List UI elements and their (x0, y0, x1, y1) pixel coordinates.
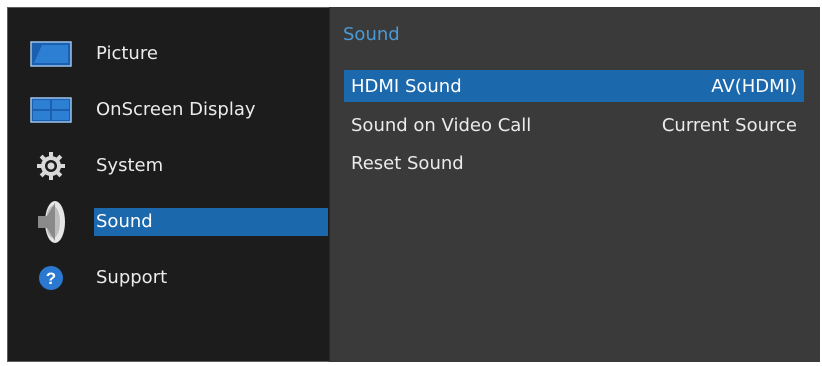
submenu-item-label: HDMI Sound (351, 75, 462, 97)
menu-item-onscreen-display[interactable]: OnScreen Display (8, 82, 328, 138)
settings-menu-frame: Picture OnScreen Display System Sound ? … (7, 7, 820, 362)
submenu-item-sound-on-video-call[interactable]: Sound on Video Call Current Source (344, 106, 804, 144)
sound-submenu-panel: Sound HDMI Sound AV(HDMI) Sound on Video… (329, 7, 820, 362)
onscreen-display-icon (8, 82, 94, 138)
menu-item-label: Sound (94, 208, 328, 236)
menu-item-sound[interactable]: Sound (8, 194, 328, 250)
gear-icon (8, 138, 94, 194)
submenu-item-hdmi-sound[interactable]: HDMI Sound AV(HDMI) (344, 70, 804, 102)
svg-text:?: ? (46, 269, 56, 288)
main-menu: Picture OnScreen Display System Sound ? … (8, 26, 328, 306)
picture-icon (8, 26, 94, 82)
submenu-list: HDMI Sound AV(HDMI) Sound on Video Call … (344, 70, 804, 182)
menu-item-label: OnScreen Display (96, 99, 256, 120)
submenu-item-reset-sound[interactable]: Reset Sound (344, 144, 804, 182)
submenu-item-label: Sound on Video Call (351, 114, 532, 136)
submenu-item-label: Reset Sound (351, 152, 464, 174)
speaker-icon (8, 194, 94, 250)
menu-item-picture[interactable]: Picture (8, 26, 328, 82)
menu-item-system[interactable]: System (8, 138, 328, 194)
menu-item-label: Picture (96, 43, 158, 64)
panel-title: Sound (343, 24, 400, 45)
submenu-item-value: AV(HDMI) (711, 75, 797, 97)
menu-item-support[interactable]: ? Support (8, 250, 328, 306)
menu-item-label: System (96, 155, 164, 176)
menu-item-label: Support (96, 267, 168, 288)
submenu-item-value: Current Source (661, 114, 797, 136)
help-icon: ? (8, 250, 94, 306)
